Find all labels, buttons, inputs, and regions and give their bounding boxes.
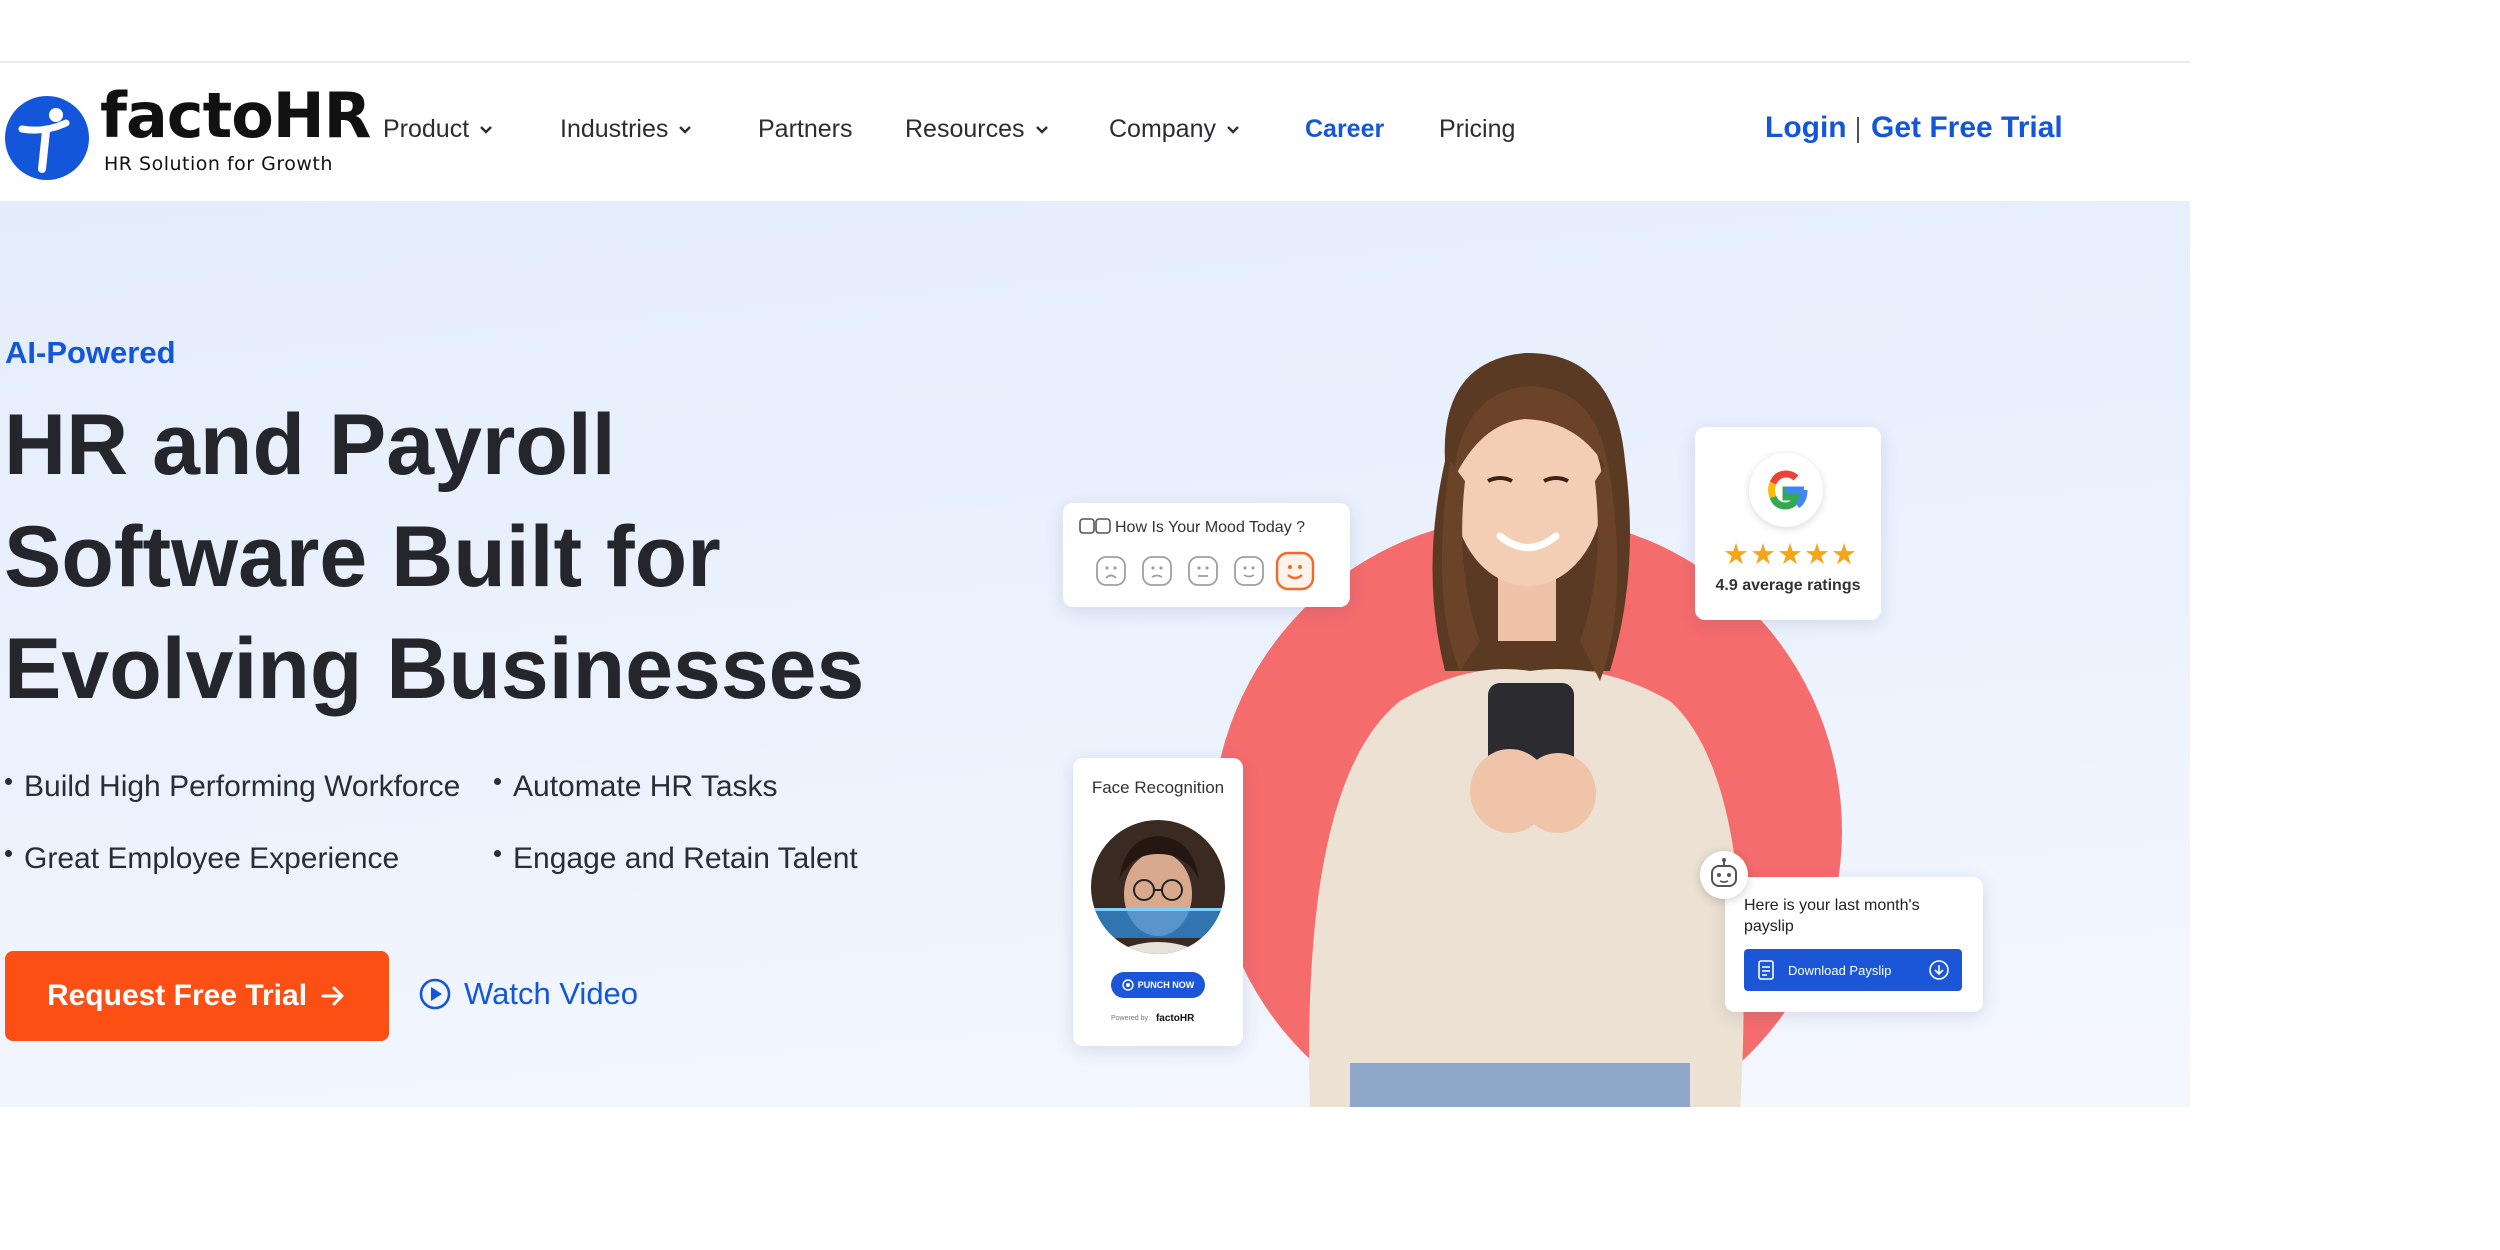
watch-video-label: Watch Video	[464, 976, 639, 1011]
payslip-message: Here is your last month's payslip	[1744, 897, 1920, 935]
headline-line: HR and Payroll	[4, 397, 616, 493]
chatbot-avatar	[1700, 851, 1748, 899]
chevron-down-icon	[1227, 125, 1239, 134]
nav-item-label: Partners	[758, 115, 853, 143]
arrow-right-icon	[321, 986, 344, 1006]
google-rating-card: ★★★★★ 4.9 average ratings	[1695, 427, 1881, 620]
nav-item-label: Product	[383, 115, 470, 143]
mood-title: How Is Your Mood Today ?	[1115, 519, 1306, 536]
google-icon	[1768, 470, 1808, 510]
happy-face-icon[interactable]	[1233, 555, 1265, 587]
feature-text: Build High Performing Workforce	[24, 770, 461, 803]
face-recognition-card: Face Recognition PUNCH NOW Powered by fa…	[1073, 758, 1243, 1046]
nav-item-resources[interactable]: Resources	[905, 115, 1051, 144]
nav-item-pricing[interactable]: Pricing	[1439, 115, 1515, 144]
hero-eyebrow: AI-Powered	[5, 335, 176, 370]
headline-line: Evolving Businesses	[4, 621, 865, 717]
logo[interactable]: factoHR HR Solution for Growth	[4, 85, 371, 187]
nav-item-label: Resources	[905, 115, 1025, 143]
punch-now-label: PUNCH NOW	[1137, 980, 1195, 990]
mood-faces-icon	[1079, 518, 1111, 534]
bullet-dot	[494, 849, 501, 857]
logo-tagline: HR Solution for Growth	[104, 153, 333, 175]
watch-video-link[interactable]: Watch Video	[418, 976, 638, 1012]
document-icon	[1758, 960, 1774, 980]
chevron-down-icon	[480, 125, 493, 134]
get-free-trial-link[interactable]: Get Free Trial	[1871, 111, 2063, 145]
face-scan-avatar	[1091, 820, 1225, 954]
bullet-dot	[494, 777, 501, 785]
feature-bullet: Automate HR Tasks	[494, 770, 778, 804]
request-free-trial-button[interactable]: Request Free Trial	[5, 951, 389, 1041]
auth-divider	[1857, 117, 1859, 143]
rating-text: 4.9 average ratings	[1715, 577, 1861, 594]
neutral-face-icon[interactable]	[1187, 555, 1219, 587]
bullet-dot	[5, 849, 12, 857]
google-logo-badge	[1749, 453, 1823, 527]
logo-wordmark: factoHR	[100, 79, 371, 152]
face-recognition-title: Face Recognition	[1091, 778, 1225, 797]
download-icon	[1929, 960, 1949, 980]
powered-by-logo: factoHR	[1155, 1013, 1195, 1024]
very-happy-face-icon[interactable]	[1275, 551, 1315, 591]
nav-item-label: Industries	[560, 115, 669, 143]
feature-text: Great Employee Experience	[24, 842, 400, 875]
powered-by: Powered by factoHR	[1111, 1013, 1194, 1024]
powered-by-label: Powered by	[1111, 1015, 1148, 1022]
login-link[interactable]: Login	[1765, 111, 1847, 145]
feature-bullet: Great Employee Experience	[5, 842, 399, 876]
nav-item-industries[interactable]: Industries	[560, 115, 694, 144]
mood-card: How Is Your Mood Today ?	[1063, 503, 1350, 607]
face-scan-image	[1091, 820, 1225, 954]
download-payslip-button[interactable]: Download Payslip	[1744, 949, 1962, 991]
nav-item-company[interactable]: Company	[1109, 115, 1242, 144]
download-payslip-label: Download Payslip	[1788, 962, 1892, 978]
bullet-dot	[5, 777, 12, 785]
feature-bullet: Build High Performing Workforce	[5, 770, 460, 804]
feature-text: Automate HR Tasks	[513, 770, 778, 803]
chevron-down-icon	[679, 125, 692, 134]
hero-headline: HR and Payroll Software Built for Evolvi…	[4, 389, 904, 725]
cta-label: Request Free Trial	[46, 979, 308, 1012]
nav-item-label: Company	[1109, 115, 1216, 143]
play-circle-icon	[419, 978, 451, 1010]
feature-text: Engage and Retain Talent	[513, 842, 858, 875]
chatbot-icon	[1711, 858, 1737, 887]
logo-mark-icon	[5, 96, 89, 180]
headline-line: Software Built for	[4, 509, 721, 605]
chevron-down-icon	[1035, 125, 1048, 134]
fingerprint-icon	[1122, 979, 1134, 991]
nav-item-label: Career	[1305, 115, 1385, 143]
nav-item-career[interactable]: Career	[1305, 115, 1384, 144]
feature-bullet: Engage and Retain Talent	[494, 842, 858, 876]
nav-item-label: Pricing	[1439, 115, 1516, 143]
nav-item-product[interactable]: Product	[383, 115, 495, 144]
nav-item-partners[interactable]: Partners	[758, 115, 852, 144]
payslip-card: Here is your last month's payslip Downlo…	[1725, 877, 1983, 1012]
hero-section: AI-Powered HR and Payroll Software Built…	[0, 201, 2190, 1107]
very-sad-face-icon[interactable]	[1095, 555, 1127, 587]
sad-face-icon[interactable]	[1141, 555, 1173, 587]
rating-stars: ★★★★★	[1723, 539, 1858, 571]
punch-now-button[interactable]: PUNCH NOW	[1111, 972, 1205, 998]
navbar: factoHR HR Solution for Growth Product I…	[0, 63, 2190, 201]
